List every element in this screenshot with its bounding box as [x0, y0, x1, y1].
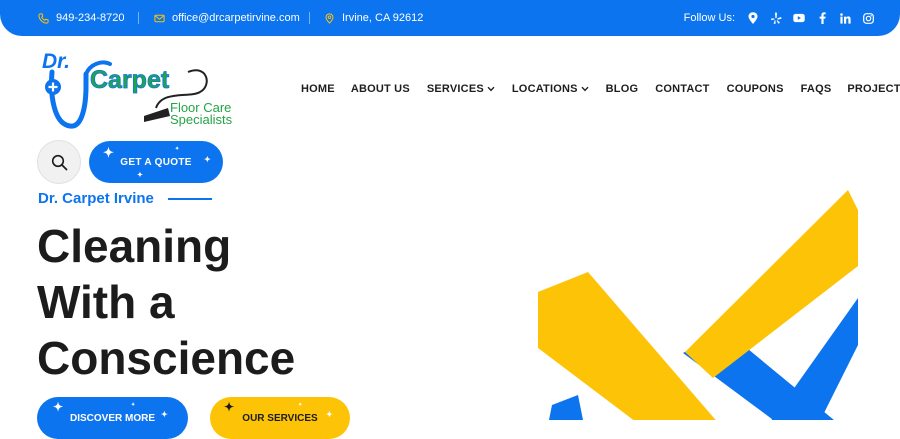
our-services-label: OUR SERVICES — [242, 412, 318, 424]
address-text: Irvine, CA 92612 — [342, 12, 424, 24]
sparkle-icon: ✦ — [175, 146, 180, 152]
address-link[interactable]: Irvine, CA 92612 — [324, 0, 423, 36]
eyebrow-underline — [167, 197, 212, 200]
logo-dr-text: Dr. — [42, 50, 70, 73]
dr-carpet-logo[interactable]: Dr. Carpet Floor Care Specialists — [40, 46, 240, 130]
nav-blog[interactable]: BLOG — [606, 83, 639, 95]
sparkle-icon: ✦ — [224, 400, 235, 414]
nav-label: COUPONS — [726, 83, 784, 95]
chevron-down-icon — [487, 86, 495, 92]
phone-number: 949-234-8720 — [56, 12, 125, 24]
facebook-icon[interactable] — [816, 12, 828, 24]
location-pin-icon[interactable] — [747, 12, 759, 24]
get-a-quote-button[interactable]: ✦ ✦ ✦ ✦ GET A QUOTE — [89, 141, 223, 183]
linkedin-icon[interactable] — [839, 12, 851, 24]
nav-label: PROJECTS — [847, 83, 900, 95]
sparkle-icon: ✦ — [326, 410, 333, 419]
phone-icon — [38, 12, 49, 24]
headline-line-1: Cleaning — [37, 220, 232, 272]
instagram-icon[interactable] — [862, 12, 874, 24]
headline-line-2: With a — [37, 276, 175, 328]
sparkle-icon: ✦ — [131, 402, 136, 408]
nav-home[interactable]: HOME — [301, 83, 335, 95]
logo-carpet-text: Carpet — [90, 66, 170, 94]
our-services-button[interactable]: ✦ ✦ ✦ OUR SERVICES — [210, 397, 350, 439]
hero-eyebrow-text: Dr. Carpet Irvine — [38, 190, 154, 207]
nav-label: BLOG — [605, 83, 639, 95]
nav-label: SERVICES — [426, 83, 484, 95]
search-icon — [51, 154, 67, 170]
hero-headline: Cleaning With a Conscience — [37, 218, 295, 386]
email-address: office@drcarpetirvine.com — [172, 12, 300, 24]
headline-line-3: Conscience — [37, 332, 296, 384]
main-nav: HOME ABOUT US SERVICES LOCATIONS BLOG CO… — [301, 82, 900, 96]
sparkle-icon: ✦ — [161, 410, 168, 419]
sparkle-icon: ✦ — [53, 400, 64, 414]
search-button[interactable] — [37, 140, 81, 184]
nav-services[interactable]: SERVICES — [427, 83, 495, 95]
nav-faqs[interactable]: FAQS — [801, 83, 832, 95]
hero-eyebrow: Dr. Carpet Irvine — [38, 190, 212, 207]
youtube-icon[interactable] — [793, 12, 805, 24]
nav-locations[interactable]: LOCATIONS — [512, 83, 589, 95]
nav-label: HOME — [301, 83, 335, 95]
phone-link[interactable]: 949-234-8720 — [38, 0, 125, 36]
nav-label: ABOUT US — [350, 83, 410, 95]
nav-label: CONTACT — [655, 83, 710, 95]
sparkle-icon: ✦ — [103, 145, 115, 160]
sparkle-icon: ✦ — [298, 402, 303, 408]
discover-more-label: DISCOVER MORE — [69, 412, 155, 424]
follow-us: Follow Us: — [684, 0, 874, 36]
nav-label: LOCATIONS — [511, 83, 578, 95]
nav-projects[interactable]: PROJECTS — [847, 83, 900, 95]
chevron-down-icon — [581, 86, 589, 92]
yelp-icon[interactable] — [770, 12, 782, 24]
sparkle-icon: ✦ — [137, 172, 144, 179]
nav-coupons[interactable]: COUPONS — [727, 83, 784, 95]
divider — [309, 12, 310, 24]
logo-tagline-2: Specialists — [170, 112, 233, 127]
divider — [138, 12, 139, 24]
hero-checkmark-graphic — [538, 190, 858, 420]
top-bar: 949-234-8720 office@drcarpetirvine.com I… — [0, 0, 900, 36]
follow-label: Follow Us: — [683, 12, 735, 24]
nav-about-us[interactable]: ABOUT US — [351, 83, 410, 95]
mail-icon — [154, 14, 165, 22]
nav-contact[interactable]: CONTACT — [655, 83, 709, 95]
sparkle-icon: ✦ — [204, 155, 212, 164]
email-link[interactable]: office@drcarpetirvine.com — [154, 0, 300, 36]
nav-label: FAQS — [800, 83, 832, 95]
get-a-quote-label: GET A QUOTE — [120, 156, 192, 168]
discover-more-button[interactable]: ✦ ✦ ✦ DISCOVER MORE — [37, 397, 188, 439]
location-pin-icon — [325, 12, 334, 24]
